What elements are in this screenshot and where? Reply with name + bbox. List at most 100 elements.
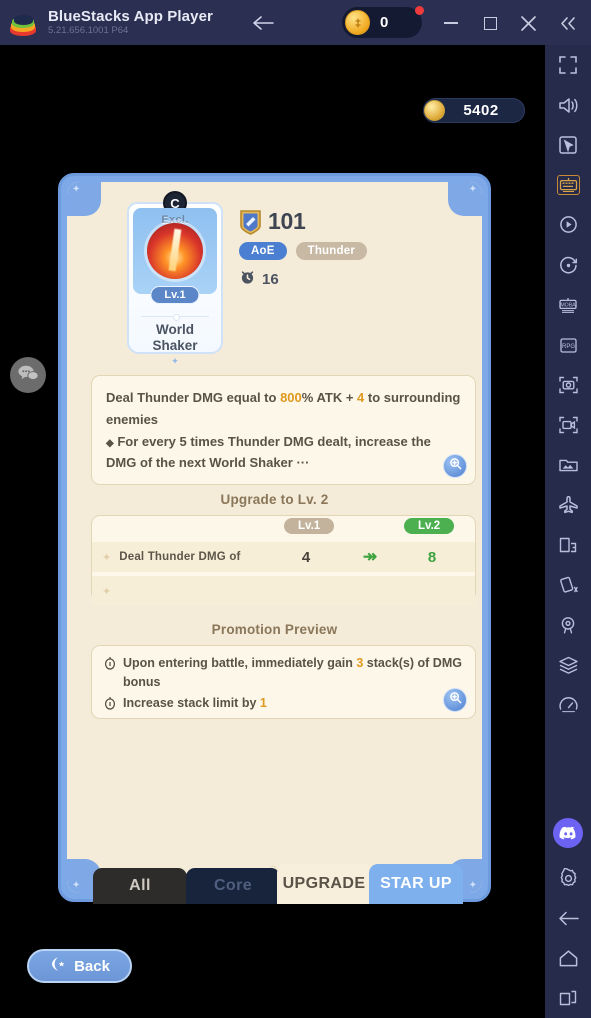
discord-icon: [553, 818, 583, 848]
minimize-button[interactable]: [437, 9, 465, 37]
chat-button[interactable]: [10, 357, 46, 393]
sidebar-item-airplane[interactable]: [545, 485, 591, 525]
bluestacks-sidebar: MOBA RPG: [545, 45, 591, 1018]
upgrade-row: ✦ Deal Thunder DMG of 4 ↠ 8: [92, 542, 475, 572]
rpg-mode-icon: RPG: [558, 336, 579, 355]
cursor-icon: [558, 135, 578, 155]
gold-currency-pill[interactable]: 5402: [423, 98, 525, 123]
sidebar-item-rotate[interactable]: [545, 245, 591, 285]
sidebar-item-android-home[interactable]: [545, 938, 591, 978]
promotion-highlight: 1: [259, 695, 267, 710]
card-corner-ornament: [448, 182, 482, 216]
collapse-sidebar-button[interactable]: [554, 9, 582, 37]
performance-icon: [558, 695, 579, 715]
sidebar-item-discord[interactable]: [545, 808, 591, 858]
settings-gear-icon: [558, 867, 579, 889]
sidebar-item-record-video[interactable]: [545, 405, 591, 445]
skill-description-line-2: ◆ For every 5 times Thunder DMG dealt, i…: [106, 431, 461, 475]
sidebar-item-performance[interactable]: [545, 685, 591, 725]
game-viewport: 5402 ‹ ›: [0, 45, 545, 1018]
hero-name-line2: Shaker: [152, 337, 198, 353]
row-bullet-icon: ✦: [102, 551, 112, 564]
skill-tag-element: Thunder: [295, 242, 368, 260]
skill-power-value: 101: [268, 208, 306, 234]
sidebar-item-rpg-mode[interactable]: RPG: [545, 325, 591, 365]
app-title: BlueStacks App Player: [48, 7, 213, 25]
sidebar-item-android-back[interactable]: [545, 898, 591, 938]
expand-promotion-button[interactable]: [443, 688, 467, 712]
volume-icon: [558, 96, 579, 115]
fullscreen-icon: [558, 55, 578, 75]
back-button-label: Back: [74, 957, 110, 975]
media-manager-icon: [558, 456, 579, 474]
upgrade-chip-to: Lv.2: [404, 518, 455, 534]
hero-portrait-card[interactable]: C Excl. Lv.1 World Shaker ✦: [127, 191, 223, 366]
sidebar-item-moba-mode[interactable]: MOBA: [545, 285, 591, 325]
android-back-icon: [558, 910, 579, 927]
upgrade-chip-from: Lv.1: [284, 518, 335, 534]
sidebar-item-shake[interactable]: [545, 565, 591, 605]
sidebar-item-volume[interactable]: [545, 85, 591, 125]
airplane-icon: [558, 495, 579, 515]
svg-text:RPG: RPG: [561, 344, 574, 350]
promotion-section-title: Promotion Preview: [211, 622, 338, 637]
tab-all[interactable]: All: [93, 868, 187, 904]
skill-tag-aoe: AoE: [239, 242, 287, 260]
coin-value: 0: [380, 14, 389, 31]
maximize-button[interactable]: [476, 9, 504, 37]
skill-detail-card: C Excl. Lv.1 World Shaker ✦: [58, 173, 491, 902]
gold-amount: 5402: [463, 102, 499, 119]
sidebar-item-screenshot[interactable]: [545, 365, 591, 405]
back-button[interactable]: Back: [27, 949, 132, 983]
sidebar-item-cursor[interactable]: [545, 125, 591, 165]
record-video-icon: [558, 415, 579, 435]
tab-star-up[interactable]: STAR UP: [369, 864, 463, 904]
promotion-badge-icon: [104, 696, 116, 716]
upgrade-level-chips: Lv.1 Lv.2: [92, 516, 475, 542]
hero-skill-art: [147, 223, 203, 279]
sidebar-item-macro-record[interactable]: [545, 205, 591, 245]
sidebar-item-multi-instance[interactable]: [545, 525, 591, 565]
bottom-tab-bar: All Core UPGRADE STAR UP: [0, 864, 545, 904]
skill-card-body: C Excl. Lv.1 World Shaker ✦: [67, 182, 482, 893]
sidebar-item-keymapping[interactable]: [545, 165, 591, 205]
hero-name-line1: World: [156, 322, 194, 337]
promotion-line: Upon entering battle, immediately gain 3…: [104, 654, 463, 692]
titlebar-back-button[interactable]: [250, 10, 276, 36]
shake-icon: [558, 575, 579, 595]
magnify-icon: [449, 691, 462, 709]
expand-description-button[interactable]: [443, 454, 467, 479]
sidebar-item-settings[interactable]: [545, 858, 591, 898]
screen-root: BlueStacks App Player 5.21.656.1001 P64 …: [0, 0, 591, 1018]
desc-text-b: % ATK +: [301, 390, 358, 405]
desc-ellipsis: ···: [296, 455, 310, 471]
magnify-icon: [449, 456, 462, 476]
close-button[interactable]: [514, 9, 542, 37]
skill-cooldown: 16: [239, 269, 367, 290]
coin-icon: [345, 10, 370, 35]
skill-description-box: Deal Thunder DMG equal to 800% ATK + 4 t…: [91, 375, 476, 486]
android-home-icon: [558, 949, 579, 968]
upgrade-comparison-box: Lv.1 Lv.2 ✦ Deal Thunder DMG of 4 ↠ 8 ✦: [91, 515, 476, 606]
upgrade-row: ✦: [92, 576, 475, 606]
promotion-text-a: Increase stack limit by: [123, 695, 260, 710]
multi-instance-icon: [558, 536, 578, 555]
sidebar-item-location[interactable]: [545, 605, 591, 645]
shield-icon: [239, 209, 262, 235]
promotion-text-a: Upon entering battle, immediately gain: [123, 656, 357, 670]
upgrade-section-title: Upgrade to Lv. 2: [220, 492, 329, 507]
upgrade-arrow-icon: ↠: [362, 547, 378, 566]
sidebar-item-fullscreen[interactable]: [545, 45, 591, 85]
sidebar-item-layers[interactable]: [545, 645, 591, 685]
sidebar-item-media-manager[interactable]: [545, 445, 591, 485]
hero-art-frame: Excl. Lv.1: [133, 208, 217, 304]
upgrade-row-from-value: 4: [301, 548, 311, 566]
location-icon: [558, 615, 578, 635]
keymapping-icon: [556, 175, 580, 195]
sidebar-item-android-recents[interactable]: [545, 978, 591, 1018]
rotate-icon: [558, 255, 579, 276]
tab-core[interactable]: Core: [186, 868, 280, 904]
titlebar-coin-pill[interactable]: 0: [342, 6, 424, 38]
hero-divider: [141, 314, 209, 321]
tab-upgrade[interactable]: UPGRADE: [277, 864, 371, 904]
